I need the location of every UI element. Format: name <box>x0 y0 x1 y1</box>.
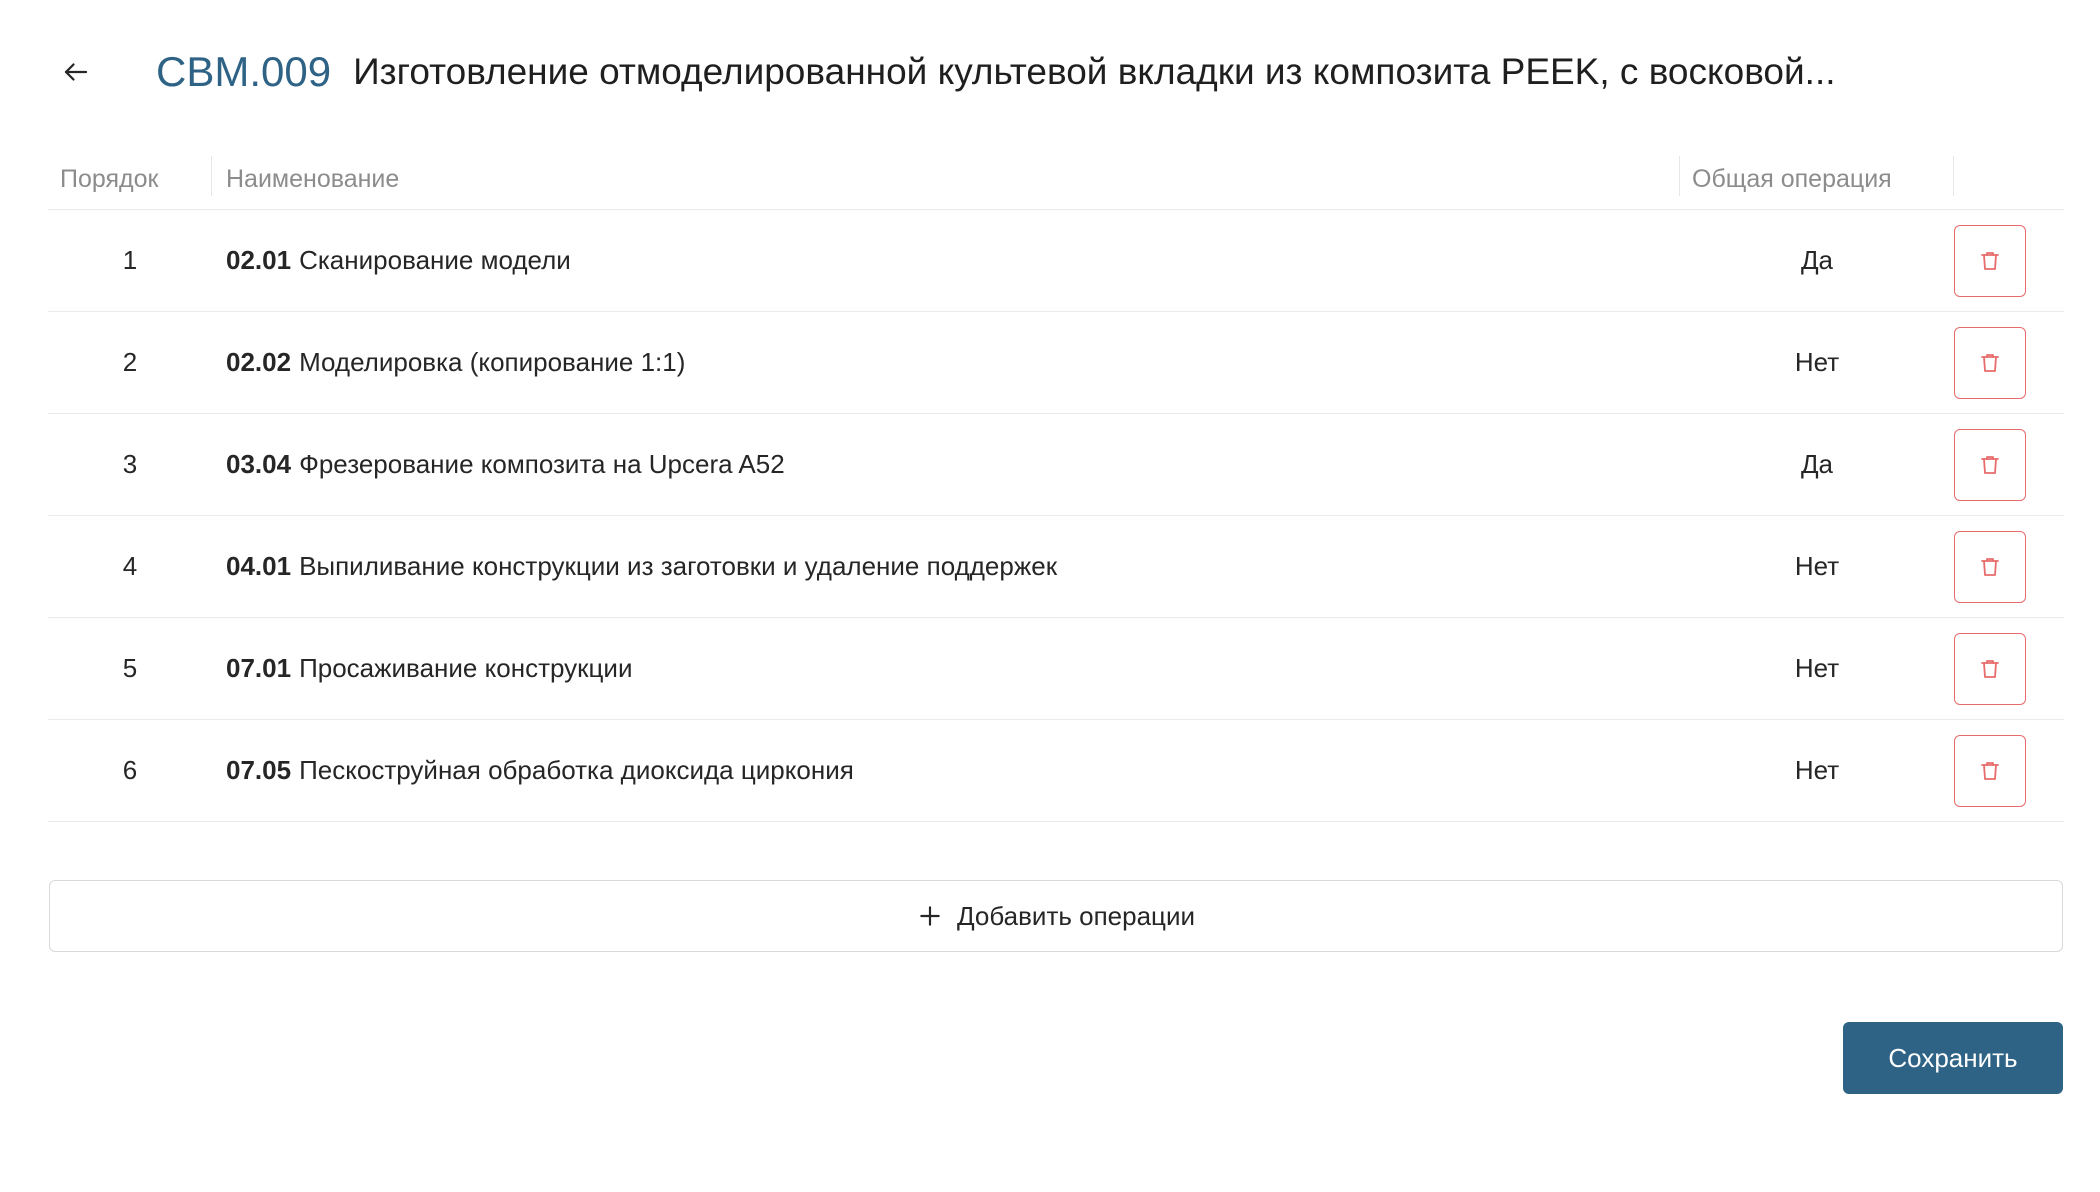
row-actions <box>1954 312 2064 413</box>
row-actions <box>1954 210 2064 311</box>
table-row[interactable]: 5 07.01 Просаживание конструкции Нет <box>48 618 2064 720</box>
operation-name: Моделировка (копирование 1:1) <box>299 347 686 377</box>
column-header-common[interactable]: Общая операция <box>1680 150 1954 210</box>
trash-icon <box>1978 555 2002 579</box>
add-operations-label: Добавить операции <box>957 900 1195 931</box>
operations-editor: СВМ.009 Изготовление отмоделированной ку… <box>0 0 2100 1192</box>
item-code: СВМ.009 <box>156 48 332 95</box>
page-title: Изготовление отмоделированной культевой … <box>353 51 1836 92</box>
row-order: 5 <box>122 653 138 683</box>
trash-icon <box>1978 249 2002 273</box>
plus-icon <box>920 906 940 926</box>
row-name-cell: 07.01 Просаживание конструкции <box>212 618 1680 719</box>
column-header-order[interactable]: Порядок <box>48 150 212 210</box>
trash-icon <box>1978 351 2002 375</box>
delete-row-button[interactable] <box>1954 326 2026 399</box>
row-name-cell: 03.04 Фрезерование композита на Upcera A5… <box>212 414 1680 515</box>
table-row[interactable]: 4 04.01 Выпиливание конструкции из заготов… <box>48 516 2064 618</box>
trash-icon <box>1978 453 2002 477</box>
back-button[interactable] <box>48 44 104 100</box>
row-common-operation: Да <box>1800 449 1834 479</box>
add-operations-button[interactable]: Добавить операции <box>49 880 2063 952</box>
column-header-name[interactable]: Наименование <box>212 150 1680 210</box>
row-common-operation: Нет <box>1794 653 1840 683</box>
save-button[interactable]: Сохранить <box>1843 1022 2063 1094</box>
table-row[interactable]: 1 02.01 Сканирование модели Да <box>48 210 2064 312</box>
row-actions <box>1954 414 2064 515</box>
row-name-cell: 04.01 Выпиливание конструкции из заготовк… <box>212 516 1680 617</box>
column-header-actions <box>1954 150 2064 210</box>
page-header: СВМ.009 Изготовление отмоделированной ку… <box>48 40 2048 104</box>
row-order: 4 <box>122 551 138 581</box>
trash-icon <box>1978 657 2002 681</box>
operation-name: Фрезерование композита на Upcera A52 <box>299 449 785 479</box>
row-name-cell: 02.01 Сканирование модели <box>212 210 1680 311</box>
operation-name: Пескоструйная обработка диоксида циркони… <box>299 755 854 785</box>
delete-row-button[interactable] <box>1954 530 2026 603</box>
delete-row-button[interactable] <box>1954 428 2026 501</box>
table-row[interactable]: 6 07.05 Пескоструйная обработка диоксида ц… <box>48 720 2064 822</box>
operation-code: 07.05 <box>226 755 292 785</box>
row-actions <box>1954 618 2064 719</box>
trash-icon <box>1978 759 2002 783</box>
row-actions <box>1954 720 2064 821</box>
delete-row-button[interactable] <box>1954 224 2026 297</box>
row-common-operation: Нет <box>1794 347 1840 377</box>
row-common-operation: Нет <box>1794 755 1840 785</box>
delete-row-button[interactable] <box>1954 632 2026 705</box>
row-name-cell: 07.05 Пескоструйная обработка диоксида ци… <box>212 720 1680 821</box>
row-order: 2 <box>122 347 138 377</box>
table-header: Порядок Наименование Общая операция <box>48 150 2064 210</box>
operation-name: Просаживание конструкции <box>299 653 633 683</box>
operation-code: 02.02 <box>226 347 292 377</box>
operation-code: 07.01 <box>226 653 292 683</box>
operation-code: 04.01 <box>226 551 292 581</box>
table-body: 1 02.01 Сканирование модели Да 2 02.02 Моделир… <box>48 210 2064 822</box>
row-common-operation: Да <box>1800 245 1834 275</box>
row-name-cell: 02.02 Моделировка (копирование 1:1) <box>212 312 1680 413</box>
operation-name: Сканирование модели <box>299 245 571 275</box>
operation-code: 03.04 <box>226 449 292 479</box>
row-order: 3 <box>122 449 138 479</box>
table-row[interactable]: 3 03.04 Фрезерование композита на Upcera A… <box>48 414 2064 516</box>
row-actions <box>1954 516 2064 617</box>
delete-row-button[interactable] <box>1954 734 2026 807</box>
row-order: 6 <box>122 755 138 785</box>
table-row[interactable]: 2 02.02 Моделировка (копирование 1:1) Нет <box>48 312 2064 414</box>
arrow-left-icon <box>64 63 88 81</box>
row-order: 1 <box>122 245 138 275</box>
row-common-operation: Нет <box>1794 551 1840 581</box>
operation-code: 02.01 <box>226 245 292 275</box>
operation-name: Выпиливание конструкции из заготовки и у… <box>299 551 1058 581</box>
operations-table: Порядок Наименование Общая операция 1 02.… <box>48 150 2064 822</box>
